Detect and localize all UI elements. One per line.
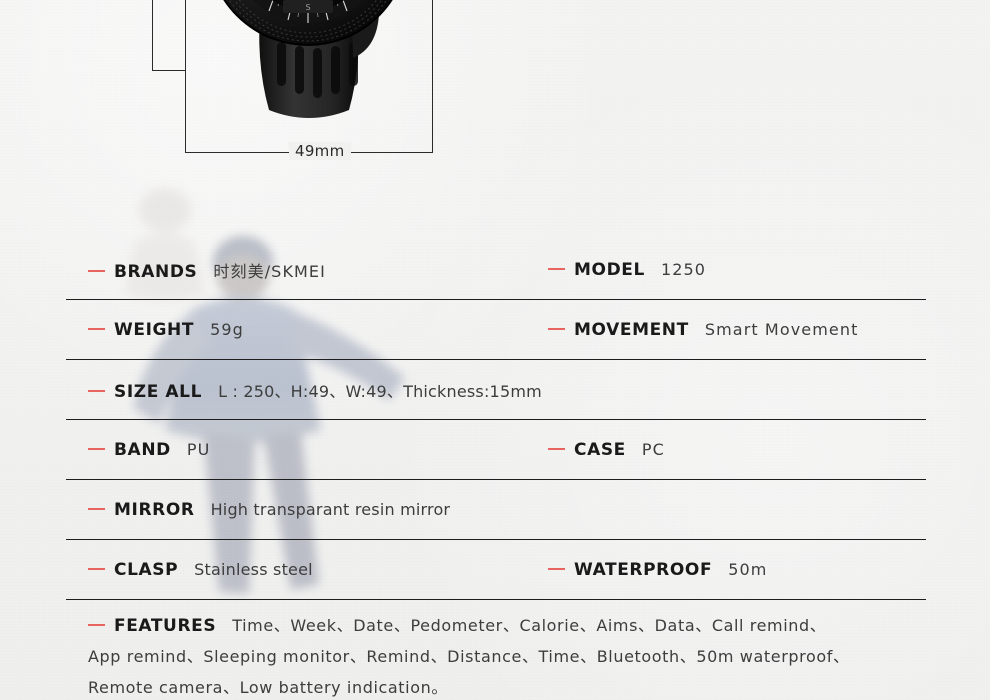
dash-marker-icon (548, 327, 565, 330)
dash-marker-icon (548, 267, 565, 270)
spec-value: PC (641, 439, 665, 459)
spec-key: SIZE ALL (114, 381, 203, 402)
spec-row-size-all: SIZE ALL L : 250、H:49、W:49、Thickness:15m… (66, 360, 926, 419)
dash-marker-icon (88, 624, 105, 626)
spec-value: 59g (210, 319, 244, 339)
spec-cell-size-all: SIZE ALL L : 250、H:49、W:49、Thickness:15m… (66, 378, 542, 402)
spec-key: MODEL (574, 259, 645, 280)
specification-table: BRANDS 时刻美/SKMEI MODEL 1250 WEIGHT 59g M… (66, 240, 926, 700)
spec-value: 50m (728, 559, 768, 579)
spec-row-features: FEATURES Time、Week、Date、Pedometer、Calori… (66, 600, 926, 700)
spec-key: WEIGHT (114, 319, 195, 340)
dash-marker-icon (548, 447, 565, 450)
dash-marker-icon (88, 327, 105, 330)
spec-cell-waterproof: WATERPROOF 50m (536, 560, 767, 580)
spec-key: CLASP (114, 559, 179, 580)
smart-watch-image: 35 S (223, 0, 393, 118)
spec-cell-movement: MOVEMENT Smart Movement (536, 320, 858, 340)
spec-value: L : 250、H:49、W:49、Thickness:15mm (218, 381, 542, 401)
spec-value: PU (186, 439, 211, 459)
spec-key: MOVEMENT (574, 319, 689, 340)
product-spec-page: 35 S (0, 0, 990, 700)
dash-marker-icon (548, 567, 565, 570)
spec-cell-band: BAND PU (66, 440, 536, 460)
spec-value: Stainless steel (194, 559, 313, 579)
dimension-line-horizontal-top (152, 70, 186, 71)
dash-marker-icon (88, 567, 105, 570)
dash-marker-icon (88, 389, 105, 392)
features-text-line-3: Remote camera、Low battery indication。 (88, 678, 448, 697)
spec-cell-brands: BRANDS 时刻美/SKMEI (66, 258, 536, 282)
spec-cell-weight: WEIGHT 59g (66, 320, 536, 340)
spec-key: CASE (574, 439, 626, 460)
spec-key: WATERPROOF (574, 559, 713, 580)
spec-row-clasp-waterproof: CLASP Stainless steel WATERPROOF 50m (66, 540, 926, 599)
spec-value: Smart Movement (704, 319, 859, 339)
spec-cell-model: MODEL 1250 (536, 260, 706, 280)
spec-value: 时刻美/SKMEI (213, 261, 326, 281)
svg-text:S: S (305, 3, 310, 12)
dash-marker-icon (88, 507, 105, 510)
features-text-line-2: App remind、Sleeping monitor、Remind、Dista… (88, 647, 850, 666)
features-first-line: FEATURES Time、Week、Date、Pedometer、Calori… (66, 610, 926, 641)
dash-marker-icon (88, 269, 105, 272)
spec-cell-clasp: CLASP Stainless steel (66, 560, 536, 580)
spec-value: High transparant resin mirror (210, 499, 451, 519)
dimension-label-width: 49mm (289, 142, 351, 160)
spec-key: MIRROR (114, 499, 195, 520)
spec-row-weight-movement: WEIGHT 59g MOVEMENT Smart Movement (66, 300, 926, 359)
spec-cell-mirror: MIRROR High transparant resin mirror (66, 500, 536, 520)
dash-marker-icon (88, 447, 105, 450)
dimension-line-vertical-outer (152, 0, 153, 71)
spec-key: FEATURES (114, 616, 217, 636)
spec-row-band-case: BAND PU CASE PC (66, 420, 926, 479)
features-text-line-1: Time、Week、Date、Pedometer、Calorie、Aims、Da… (232, 616, 827, 635)
spec-cell-case: CASE PC (536, 440, 665, 460)
spec-row-brands-model: BRANDS 时刻美/SKMEI MODEL 1250 (66, 240, 926, 299)
spec-key: BAND (114, 439, 171, 460)
spec-key: BRANDS (114, 261, 198, 282)
product-photo-block: 35 S (0, 0, 520, 170)
spec-value: 1250 (660, 259, 707, 279)
dimension-line-vertical-right (432, 0, 433, 153)
spec-row-mirror: MIRROR High transparant resin mirror (66, 480, 926, 539)
dimension-line-vertical-left (185, 0, 186, 153)
